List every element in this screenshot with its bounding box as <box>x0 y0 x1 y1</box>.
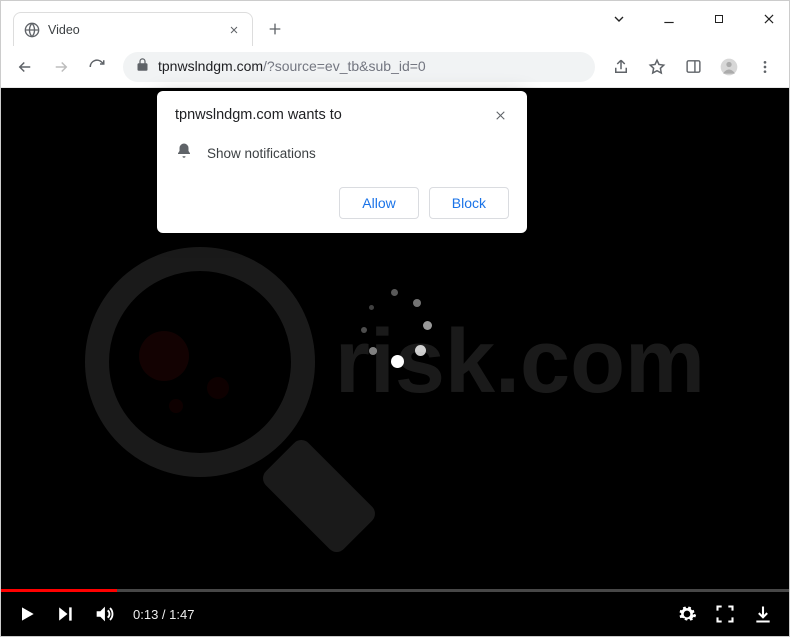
chevron-down-icon[interactable] <box>604 4 634 34</box>
globe-icon <box>24 22 40 38</box>
new-tab-button[interactable] <box>261 15 289 43</box>
tab-close-icon[interactable] <box>226 22 242 38</box>
url-text: tpnwslndgm.com/?source=ev_tb&sub_id=0 <box>158 58 426 76</box>
prompt-heading: tpnwslndgm.com wants to <box>175 107 342 123</box>
next-button[interactable] <box>55 604 75 624</box>
block-button[interactable]: Block <box>429 187 509 219</box>
share-icon[interactable] <box>605 51 637 83</box>
prompt-message: Show notifications <box>207 146 316 161</box>
reload-button[interactable] <box>81 51 113 83</box>
url-domain: tpnwslndgm.com <box>158 58 263 74</box>
allow-button[interactable]: Allow <box>339 187 418 219</box>
bell-icon <box>175 142 193 165</box>
forward-button[interactable] <box>45 51 77 83</box>
profile-icon[interactable] <box>713 51 745 83</box>
browser-toolbar: tpnwslndgm.com/?source=ev_tb&sub_id=0 <box>1 46 789 88</box>
video-time: 0:13 / 1:47 <box>133 607 194 622</box>
minimize-icon[interactable] <box>654 4 684 34</box>
notification-prompt: tpnwslndgm.com wants to Show notificatio… <box>157 91 527 233</box>
url-path: /?source=ev_tb&sub_id=0 <box>263 58 426 74</box>
back-button[interactable] <box>9 51 41 83</box>
download-icon[interactable] <box>753 604 773 624</box>
volume-button[interactable] <box>93 603 115 625</box>
time-duration: 1:47 <box>169 607 194 622</box>
video-controls: 0:13 / 1:47 <box>1 592 789 636</box>
browser-tab[interactable]: Video <box>13 12 253 46</box>
time-current: 0:13 <box>133 607 158 622</box>
side-panel-icon[interactable] <box>677 51 709 83</box>
address-bar[interactable]: tpnwslndgm.com/?source=ev_tb&sub_id=0 <box>123 52 595 82</box>
loading-spinner-icon <box>355 289 435 369</box>
window-titlebar: Video <box>1 1 789 46</box>
star-icon[interactable] <box>641 51 673 83</box>
tab-title: Video <box>48 23 226 37</box>
close-icon[interactable] <box>754 4 784 34</box>
prompt-close-icon[interactable] <box>492 107 509 128</box>
lock-icon <box>135 57 150 77</box>
menu-icon[interactable] <box>749 51 781 83</box>
window-controls <box>604 4 784 34</box>
maximize-icon[interactable] <box>704 4 734 34</box>
settings-icon[interactable] <box>677 604 697 624</box>
fullscreen-icon[interactable] <box>715 604 735 624</box>
play-button[interactable] <box>17 604 37 624</box>
